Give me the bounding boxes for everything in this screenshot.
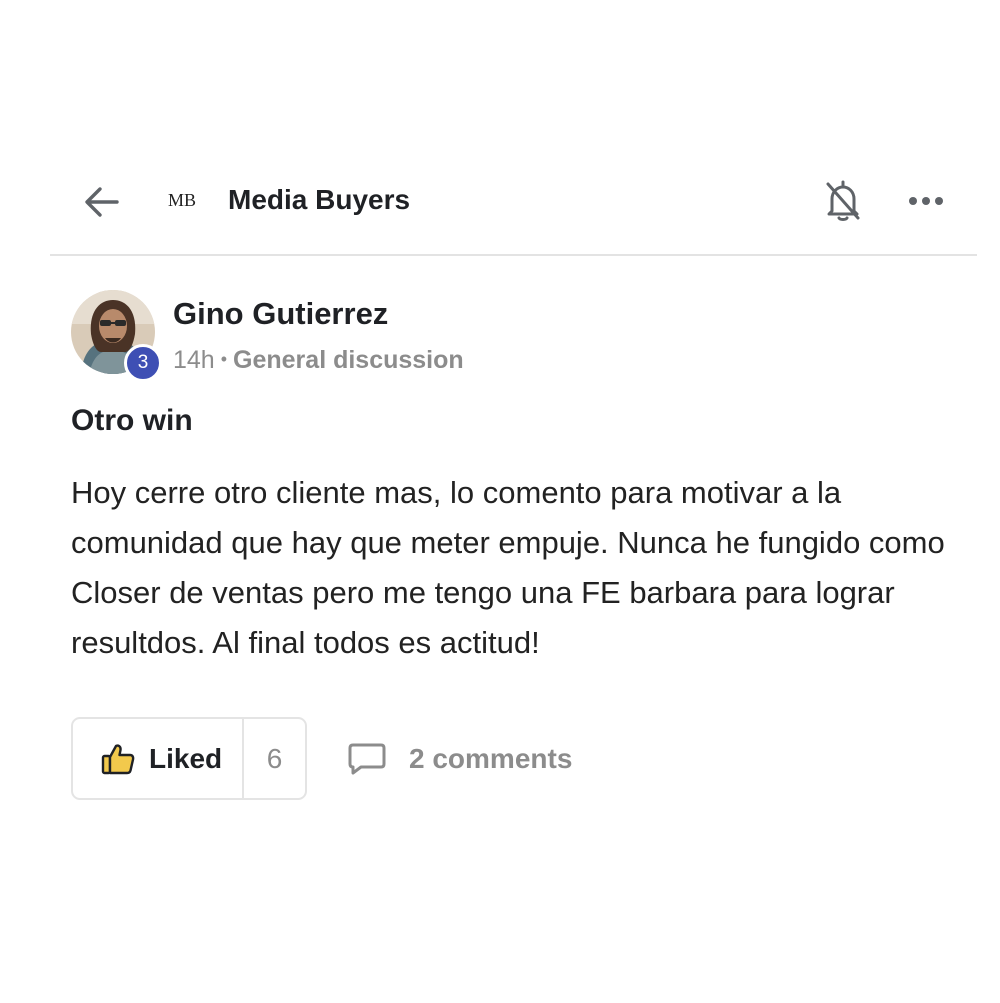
post-meta: 14h • General discussion <box>173 346 464 375</box>
group-logo[interactable]: MB <box>168 190 196 211</box>
comment-icon <box>348 743 386 775</box>
more-horizontal-icon <box>909 197 943 205</box>
back-button[interactable] <box>78 182 124 222</box>
author-avatar[interactable]: 3 <box>71 290 162 382</box>
notifications-button[interactable] <box>822 178 864 224</box>
author-name[interactable]: Gino Gutierrez <box>173 296 388 332</box>
more-options-button[interactable] <box>905 184 947 218</box>
meta-separator: • <box>220 349 228 369</box>
bell-off-icon <box>826 180 860 221</box>
like-button[interactable]: Liked <box>73 719 244 798</box>
back-arrow-icon <box>85 187 119 217</box>
post-time: 14h <box>173 346 215 374</box>
group-header: MB Media Buyers <box>50 170 977 232</box>
like-label: Liked <box>149 742 223 774</box>
comments-button[interactable]: 2 comments <box>347 737 572 781</box>
like-count[interactable]: 6 <box>244 719 305 798</box>
group-name[interactable]: Media Buyers <box>228 184 410 216</box>
thumbs-up-icon <box>101 743 135 774</box>
level-badge: 3 <box>124 344 162 382</box>
like-control: Liked 6 <box>71 717 307 800</box>
post-body: Hoy cerre otro cliente mas, lo comento p… <box>71 475 945 660</box>
post-category[interactable]: General discussion <box>233 346 464 374</box>
post-title: Otro win <box>71 404 193 437</box>
header-divider <box>50 254 977 256</box>
comments-label: 2 comments <box>409 743 573 774</box>
